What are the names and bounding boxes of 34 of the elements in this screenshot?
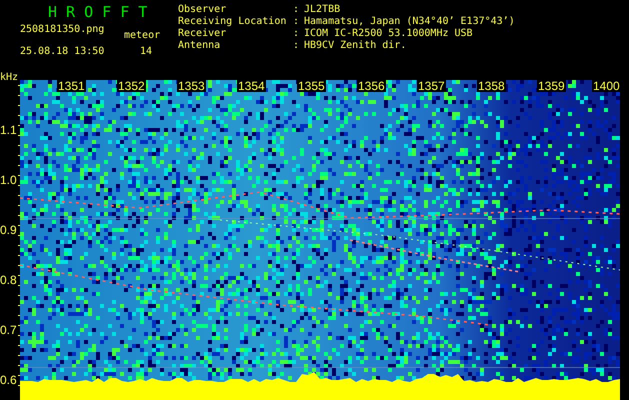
info-label: Receiver: [178, 28, 228, 40]
time-label: 1355: [297, 80, 326, 92]
axis-label: 0.7: [0, 324, 17, 336]
file-name: 2508181350.png: [20, 23, 106, 37]
time-label: 1353: [177, 80, 206, 92]
time-label: 1351: [57, 80, 86, 92]
axis-unit: kHz: [0, 73, 18, 83]
info-label: Antenna: [178, 40, 222, 52]
date-time: 25.08.18 13:50: [20, 45, 106, 58]
info-value: JL2TBB: [304, 4, 342, 16]
time-label: 1357: [417, 80, 446, 92]
time-label: 1358: [477, 80, 506, 92]
separator-text: :: [293, 16, 300, 28]
separator-text: :: [293, 40, 300, 52]
app-title: H R O F F T: [47, 4, 148, 20]
axis-label: 0.6: [0, 374, 17, 386]
axis-label: 1.0: [0, 174, 17, 186]
info-value: ICOM IC-R2500 53.1000MHz USB: [304, 28, 474, 40]
info-value: HB9CV Zenith dir.: [304, 40, 408, 52]
info-value: Hamamatsu, Japan (N34°40’ E137°43’): [304, 16, 515, 28]
separator-text: :: [293, 28, 300, 40]
meteor-label: meteor: [124, 29, 162, 42]
meteor-count: 14: [139, 45, 154, 58]
time-label: 1400: [592, 80, 620, 92]
info-label: Observer: [178, 4, 228, 16]
axis-label: 0.8: [0, 274, 17, 286]
time-label: 1352: [117, 80, 146, 92]
separator-text: :: [293, 4, 300, 16]
time-label: 1356: [357, 80, 386, 92]
axis-label: 0.9: [0, 224, 17, 236]
time-label: 1359: [537, 80, 566, 92]
time-label: 1354: [237, 80, 266, 92]
axis-label: 1.1: [0, 124, 17, 136]
info-label: Receiving Location: [178, 16, 288, 28]
